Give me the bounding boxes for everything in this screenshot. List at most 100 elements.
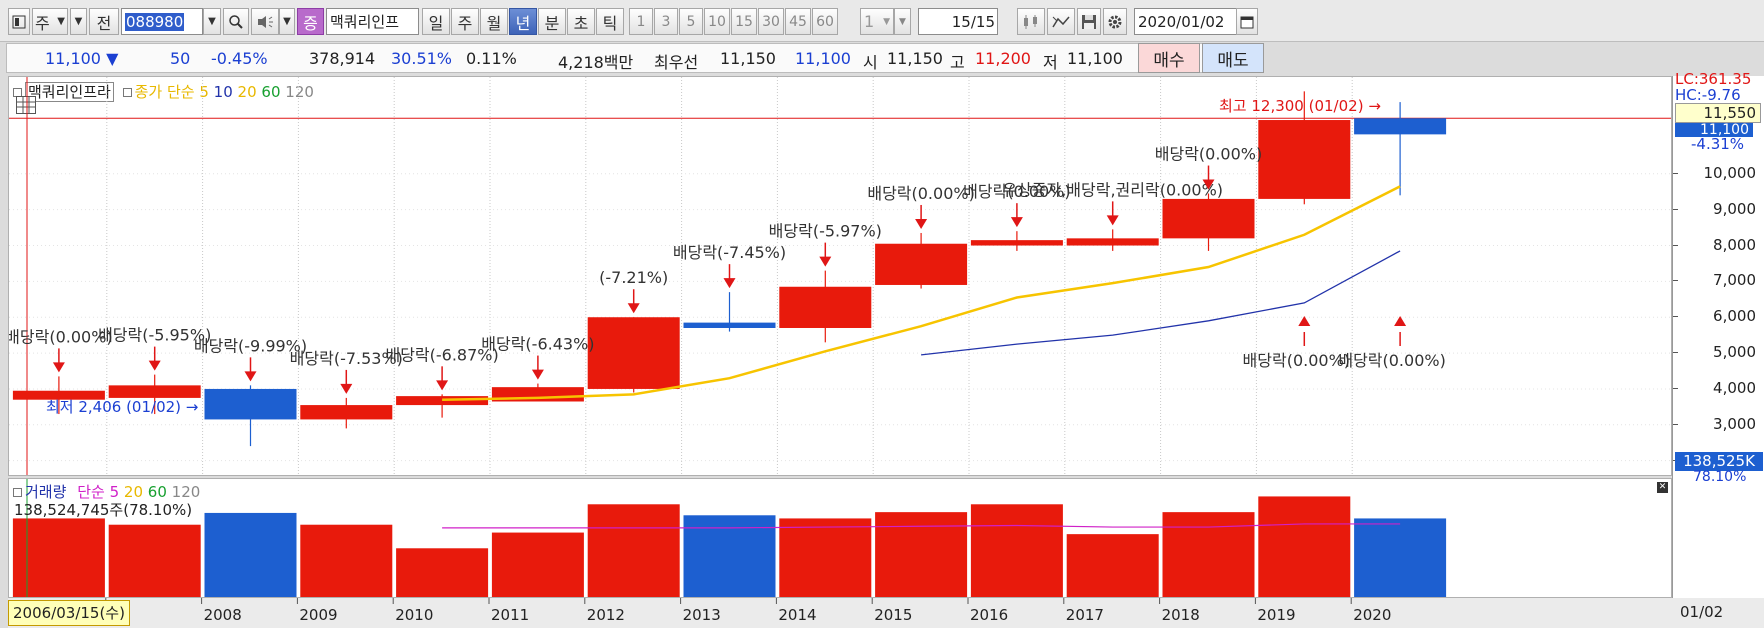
candle-body[interactable] <box>970 240 1063 246</box>
interval-button[interactable]: 60 <box>812 8 838 35</box>
date-value: 2020/01/02 <box>1138 12 1225 31</box>
code-value: 088980 <box>125 12 185 31</box>
best-bid: 11,100 <box>795 49 851 68</box>
low-value: 11,100 <box>1067 49 1123 68</box>
all-button[interactable]: 전 <box>89 8 119 35</box>
volume-bar[interactable] <box>1066 534 1159 597</box>
volume-bar[interactable] <box>108 524 201 597</box>
count-value: 15 <box>951 12 971 31</box>
interval-dropdown-icon[interactable]: ▼ <box>894 8 911 35</box>
code-input[interactable]: 088980 <box>121 8 203 35</box>
event-label: 배당락(0.00%) <box>1338 351 1445 370</box>
volume-bar[interactable] <box>779 518 872 597</box>
volume-settings-square-icon[interactable] <box>13 488 22 497</box>
buy-button[interactable]: 매수 <box>1138 43 1200 73</box>
volume-bar[interactable] <box>1354 518 1447 597</box>
period-button[interactable]: 초 <box>567 8 595 35</box>
save-icon[interactable] <box>1077 8 1101 35</box>
y-tick-label: 6,000 <box>1713 307 1756 326</box>
candle-body[interactable] <box>204 388 297 420</box>
candle-type-icon[interactable] <box>1017 8 1045 35</box>
volume-bar[interactable] <box>970 504 1063 597</box>
interval-select[interactable]: 1 ▼ <box>860 8 894 35</box>
period-button[interactable]: 틱 <box>596 8 624 35</box>
cursor-date-tag: 2006/03/15(수) <box>8 600 130 626</box>
period-button[interactable]: 년 <box>509 8 537 35</box>
x-tick-label: 2016 <box>970 606 1008 624</box>
volume-bar[interactable] <box>300 524 393 597</box>
line-tool-icon[interactable] <box>1047 8 1075 35</box>
y-tick-label: 4,000 <box>1713 378 1756 397</box>
volume-bar[interactable] <box>1258 496 1351 597</box>
current-price: 11,100 ▼ <box>45 49 118 68</box>
speaker-icon[interactable] <box>251 8 279 35</box>
volume-bar[interactable] <box>204 512 297 597</box>
candle-body[interactable] <box>300 405 393 420</box>
volume-pct-tag: 78.10% <box>1693 469 1747 485</box>
candle-body[interactable] <box>779 286 872 328</box>
open-value: 11,150 <box>887 49 943 68</box>
y-tick-label: 7,000 <box>1713 271 1756 290</box>
count-input[interactable]: 15/15 <box>918 8 998 35</box>
volume-bar[interactable] <box>587 504 680 597</box>
period-button[interactable]: 일 <box>422 8 450 35</box>
volume-bar[interactable] <box>491 532 584 597</box>
x-tick-label: 2015 <box>874 606 912 624</box>
volume-bar[interactable] <box>875 512 968 597</box>
event-arrow-head <box>340 383 353 394</box>
view-tag[interactable]: 증 <box>297 8 324 35</box>
x-tick-label: 2008 <box>204 606 242 624</box>
gear-icon[interactable] <box>1103 8 1127 35</box>
open-label: 시 <box>863 53 878 72</box>
calendar-icon[interactable] <box>1236 8 1258 35</box>
volume-chart-panel[interactable]: 거래량 단순 5 20 60 120 138,524,745주(78.10%) … <box>8 478 1672 598</box>
period-button[interactable]: 월 <box>480 8 508 35</box>
code-dropdown-icon[interactable]: ▼ <box>203 8 221 35</box>
stock-name-field[interactable]: 맥쿼리인프 <box>326 8 419 35</box>
interval-button[interactable]: 15 <box>731 8 757 35</box>
chevron-down-icon: ▼ <box>57 16 65 27</box>
turnover-pct: 0.11% <box>466 49 517 68</box>
current-pct-tag: -4.31% <box>1691 135 1745 153</box>
candle-body[interactable] <box>1354 118 1447 135</box>
x-tick-label: 2018 <box>1162 606 1200 624</box>
price-chart-panel[interactable]: 맥쿼리인프라 종가 단순 5 10 20 60 120 배당락(0.00%) 배당… <box>8 76 1672 476</box>
speaker-dropdown-icon[interactable]: ▼ <box>279 8 295 35</box>
candle-body[interactable] <box>683 322 776 328</box>
volume-info: 138,524,745주(78.10%) <box>14 501 193 519</box>
interval-button[interactable]: 3 <box>654 8 678 35</box>
candle-body[interactable] <box>1162 198 1255 239</box>
interval-button[interactable]: 10 <box>704 8 730 35</box>
mode-select[interactable]: 주 ▼ <box>32 8 68 35</box>
y-tick-mark <box>1673 244 1678 246</box>
candle-body[interactable] <box>875 243 968 285</box>
search-icon[interactable] <box>223 8 249 35</box>
interval-button[interactable]: 1 <box>629 8 653 35</box>
period-button[interactable]: 분 <box>538 8 566 35</box>
interval-button[interactable]: 45 <box>785 8 811 35</box>
candle-body[interactable] <box>1066 238 1159 246</box>
close-icon[interactable]: ✕ <box>1657 482 1668 493</box>
interval-button[interactable]: 5 <box>679 8 703 35</box>
candle-body[interactable] <box>396 396 489 406</box>
event-label: 배당락(-6.43%) <box>481 335 594 354</box>
candle-body[interactable] <box>1258 120 1351 199</box>
best-ask: 11,150 <box>720 49 776 68</box>
y-tick-mark <box>1673 316 1678 318</box>
date-input[interactable]: 2020/01/02 <box>1134 8 1240 35</box>
layout-icon[interactable] <box>8 8 30 35</box>
volume-bar[interactable] <box>396 548 489 597</box>
candle-body[interactable] <box>587 317 680 389</box>
event-label: 배당락(0.00%) <box>1243 351 1350 370</box>
y-tick-mark <box>1673 387 1678 389</box>
x-tick-label: 2020 <box>1353 606 1391 624</box>
volume-bar[interactable] <box>1162 512 1255 597</box>
price-value: 11,100 <box>45 49 101 68</box>
period-button[interactable]: 주 <box>451 8 479 35</box>
sell-button[interactable]: 매도 <box>1202 43 1264 73</box>
x-tick-label: 2011 <box>491 606 529 624</box>
dropdown-arrow-icon[interactable]: ▼ <box>70 8 87 35</box>
interval-button[interactable]: 30 <box>758 8 784 35</box>
event-arrow-head <box>52 362 65 373</box>
event-label: 배당락(-5.97%) <box>769 222 882 241</box>
